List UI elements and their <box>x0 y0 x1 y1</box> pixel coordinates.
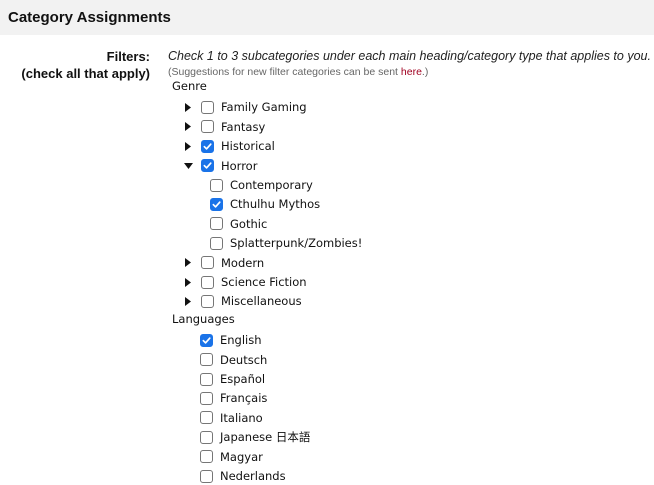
checkbox[interactable] <box>200 469 213 483</box>
language-item-1[interactable]: Deutsch <box>200 351 267 369</box>
language-item-7[interactable]: Nederlands <box>200 467 286 485</box>
suggestion-note: (Suggestions for new filter categories c… <box>168 66 428 78</box>
checkbox-label: Nederlands <box>220 469 286 483</box>
caret-down-icon[interactable] <box>183 159 193 173</box>
checkbox-label: Italiano <box>220 410 263 425</box>
checkbox[interactable] <box>201 256 214 270</box>
checkbox-label: Cthulhu Mythos <box>230 197 321 212</box>
checkbox-label: Miscellaneous <box>221 294 302 309</box>
subgenre-item-contemporary[interactable]: Contemporary <box>210 176 313 194</box>
language-item-4[interactable]: Italiano <box>200 409 263 427</box>
genre-item-horror[interactable]: Horror <box>183 157 257 175</box>
caret-right-icon[interactable] <box>183 275 193 289</box>
genre-item-modern[interactable]: Modern <box>183 254 264 272</box>
filters-label-column: Filters: (check all that apply) <box>0 48 150 82</box>
checkbox-label: Magyar <box>220 449 263 464</box>
subgenre-item-cthulhu-mythos[interactable]: Cthulhu Mythos <box>210 195 320 213</box>
checkbox[interactable] <box>201 120 214 134</box>
language-item-3[interactable]: Français <box>200 389 267 407</box>
checkbox[interactable] <box>200 353 213 367</box>
filters-label: Filters: <box>106 49 150 64</box>
checkbox[interactable] <box>210 236 223 250</box>
checkbox-label: Español <box>220 372 266 386</box>
checkbox[interactable] <box>201 294 214 308</box>
section-header-bar: Category Assignments <box>0 0 654 35</box>
checkbox[interactable] <box>201 159 214 173</box>
genre-item-family-gaming[interactable]: Family Gaming <box>183 98 307 116</box>
language-item-2[interactable]: Español <box>200 370 265 388</box>
checkbox[interactable] <box>210 197 223 211</box>
caret-right-icon[interactable] <box>183 294 193 308</box>
subgenre-item-splatterpunk-zombies-[interactable]: Splatterpunk/Zombies! <box>210 234 362 252</box>
checkbox-label: Splatterpunk/Zombies! <box>230 236 363 251</box>
checkbox-label: Japanese 日本語 <box>220 430 311 445</box>
checkbox[interactable] <box>210 178 223 192</box>
caret-right-icon[interactable] <box>183 139 193 153</box>
checkbox-label: Gothic <box>230 216 268 231</box>
checkbox[interactable] <box>200 450 213 464</box>
checkbox-label: Family Gaming <box>221 100 307 115</box>
checkbox[interactable] <box>201 275 214 289</box>
checkbox-label: Deutsch <box>220 352 268 367</box>
checkbox[interactable] <box>210 217 223 231</box>
suggestion-suffix: .) <box>421 66 429 78</box>
checkbox[interactable] <box>201 100 214 114</box>
checkbox-label: Science Fiction <box>221 275 307 289</box>
checkbox[interactable] <box>200 391 213 405</box>
checkbox[interactable] <box>200 372 213 386</box>
languages-heading: Languages <box>172 311 235 326</box>
genre-item-historical[interactable]: Historical <box>183 137 275 155</box>
checkbox-label: Contemporary <box>230 178 313 192</box>
checkbox[interactable] <box>200 430 213 444</box>
check-all-label: (check all that apply) <box>21 66 150 81</box>
checkbox-label: Historical <box>221 139 275 154</box>
page-title: Category Assignments <box>8 9 171 26</box>
genre-item-science-fiction[interactable]: Science Fiction <box>183 273 307 291</box>
checkbox-label: Modern <box>221 255 265 270</box>
checkbox[interactable] <box>201 139 214 153</box>
genre-heading: Genre <box>172 79 207 93</box>
checkbox[interactable] <box>200 411 213 425</box>
subgenre-item-gothic[interactable]: Gothic <box>210 215 267 233</box>
checkbox-label: English <box>220 333 262 348</box>
checkbox[interactable] <box>200 333 213 347</box>
genre-item-fantasy[interactable]: Fantasy <box>183 118 265 136</box>
genre-item-miscellaneous[interactable]: Miscellaneous <box>183 292 302 310</box>
instructions-text: Check 1 to 3 subcategories under each ma… <box>168 49 651 63</box>
language-item-6[interactable]: Magyar <box>200 448 263 466</box>
suggestion-link[interactable]: here <box>401 66 422 78</box>
language-item-0[interactable]: English <box>200 331 262 349</box>
language-item-5[interactable]: Japanese 日本語 <box>200 428 310 446</box>
caret-right-icon[interactable] <box>183 120 193 134</box>
caret-right-icon[interactable] <box>183 100 193 114</box>
checkbox-label: Horror <box>221 158 258 173</box>
checkbox-label: Fantasy <box>221 119 266 134</box>
caret-right-icon[interactable] <box>183 256 193 270</box>
suggestion-prefix: (Suggestions for new filter categories c… <box>168 66 401 78</box>
checkbox-label: Français <box>220 391 268 406</box>
